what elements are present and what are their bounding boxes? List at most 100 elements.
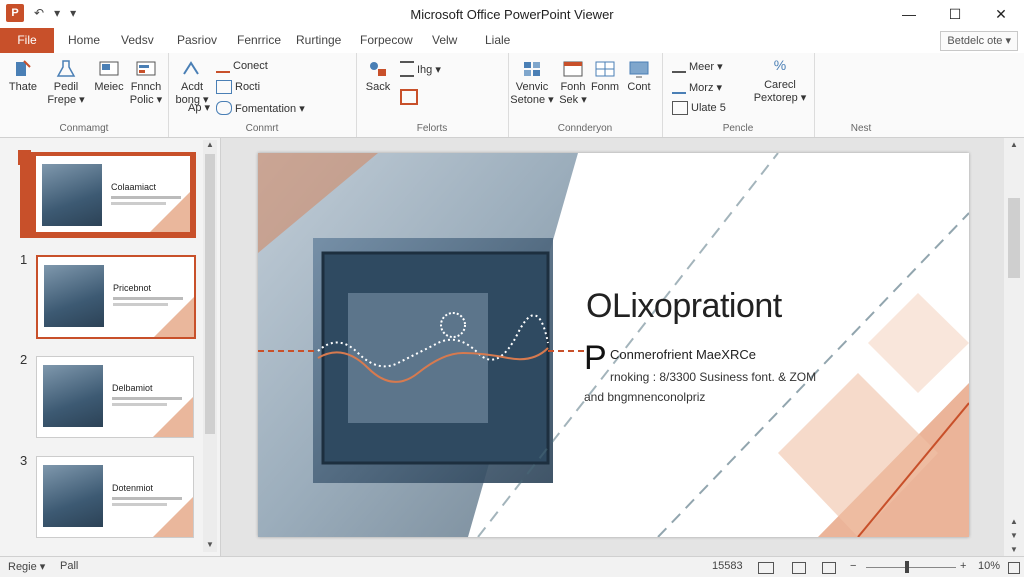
- slide-canvas[interactable]: OLixoprationt P Conmerofrient MaeXRCe rn…: [258, 153, 969, 537]
- window-icon: [563, 61, 583, 77]
- thumbnail-2[interactable]: Pricebnot: [36, 255, 196, 339]
- thumbnail-image: [42, 164, 102, 226]
- ribbon: Thate Pedil Frepe ▾ Meiec Fnnch Polic ▾ …: [0, 53, 1024, 138]
- page-down-icon[interactable]: ▼: [1004, 531, 1024, 540]
- tab-file[interactable]: File: [0, 28, 54, 53]
- tab-velw[interactable]: Velw: [432, 28, 457, 53]
- minimize-button[interactable]: —: [886, 0, 932, 28]
- zoom-slider-knob[interactable]: [905, 561, 909, 573]
- thumbnail-decoration: [153, 397, 193, 437]
- group-label-pencle: Pencle: [722, 123, 754, 134]
- text-box-button[interactable]: [400, 89, 418, 105]
- thumbnail-decoration: [153, 497, 193, 537]
- tab-liale[interactable]: Liale: [485, 28, 510, 53]
- reading-view-icon[interactable]: [822, 562, 836, 574]
- shapes-icon: [370, 62, 386, 76]
- pedil-button[interactable]: Pedil Frepe ▾: [44, 59, 88, 107]
- group-felorts: Sack Ihg ▾ Felorts: [356, 53, 509, 137]
- thumbnail-3[interactable]: Delbamiot: [36, 356, 194, 438]
- percent-icon: %: [773, 57, 787, 73]
- slide-big-letter: P: [584, 339, 607, 377]
- group-conmrt: Acdt bong ▾ Conect Rocti Fomentation ▾ A…: [168, 53, 357, 137]
- cont-button[interactable]: Cont: [622, 59, 656, 94]
- window-controls: — ☐ ✕: [886, 0, 1024, 28]
- thumbnail-title: Dotenmiot: [112, 483, 154, 493]
- slide-text-line-1[interactable]: Conmerofrient MaeXRCe: [610, 347, 756, 362]
- status-bar: Regie ▾ Pall 15583 − + 10%: [0, 556, 1024, 577]
- align-icon: [400, 61, 414, 77]
- maximize-button[interactable]: ☐: [932, 0, 978, 28]
- zoom-out-icon[interactable]: −: [850, 560, 856, 572]
- rotate-icon: [216, 80, 232, 94]
- pen-icon: [672, 59, 686, 73]
- marker-icon: [672, 80, 686, 94]
- ap-button[interactable]: Ap ▾: [188, 101, 210, 114]
- fnnch-button[interactable]: Fnnch Polic ▾: [128, 59, 164, 107]
- thumbnail-image: [44, 265, 104, 327]
- zoom-in-icon[interactable]: +: [960, 560, 966, 572]
- arrange-icon: [183, 61, 199, 75]
- thate-button[interactable]: Thate: [6, 59, 40, 94]
- normal-view-icon[interactable]: [758, 562, 774, 574]
- tab-fenrrice[interactable]: Fenrrice: [237, 28, 281, 53]
- thumbnail-1[interactable]: Colaamiact: [20, 152, 196, 238]
- fonh-button[interactable]: Fonh Sek ▾: [556, 59, 590, 107]
- ulate-button[interactable]: Ulate 5: [672, 101, 726, 115]
- thumbnail-title: Colaamiact: [111, 182, 157, 192]
- page-up-icon[interactable]: ▲: [1004, 517, 1024, 526]
- window-title: Microsoft Office PowerPoint Viewer: [410, 7, 614, 22]
- grid-icon: [524, 62, 540, 76]
- thumbnail-scrollbar[interactable]: ▲ ▼: [203, 140, 217, 552]
- scrollbar-thumb[interactable]: [1008, 198, 1020, 278]
- thumbnail-decoration: [154, 297, 194, 337]
- slide-icon: [99, 61, 119, 76]
- scrollbar-thumb[interactable]: [205, 154, 215, 434]
- tab-vedsv[interactable]: Vedsv: [121, 28, 154, 53]
- group-nest: Nest: [814, 53, 908, 137]
- fomentation-button[interactable]: Fomentation ▾: [216, 101, 305, 115]
- thumbnail-title: Pricebnot: [113, 283, 152, 293]
- acdt-button[interactable]: Acdt bong ▾: [174, 59, 210, 107]
- canvas-scrollbar[interactable]: ▲ ▲ ▼ ▼: [1004, 138, 1024, 556]
- tab-rurtinge[interactable]: Rurtinge: [296, 28, 341, 53]
- tab-forpecow[interactable]: Forpecow: [360, 28, 413, 53]
- slide-thumbnail-pane: 1 Colaamiact 1 Pricebnot 2 Delbamiot 3 D…: [0, 138, 221, 556]
- status-language[interactable]: Pall: [60, 560, 78, 572]
- slide-text-line-2[interactable]: rnoking : 8/3300 Susiness font. & ZOM: [610, 370, 816, 384]
- textbox-icon: [400, 89, 418, 105]
- scroll-up-icon[interactable]: ▲: [203, 140, 217, 152]
- close-button[interactable]: ✕: [978, 0, 1024, 28]
- zoom-slider[interactable]: [866, 567, 956, 568]
- scroll-down-icon[interactable]: ▼: [203, 540, 217, 552]
- status-slide-menu[interactable]: Regie ▾: [8, 560, 45, 573]
- meer-button[interactable]: Meer ▾: [672, 59, 723, 73]
- align-button[interactable]: Ihg ▾: [400, 61, 441, 77]
- sack-button[interactable]: Sack: [362, 59, 394, 94]
- caresl-button[interactable]: % Carecl Pextorep ▾: [750, 57, 810, 105]
- thumbnail-4[interactable]: Dotenmiot: [36, 456, 194, 538]
- slide-title[interactable]: OLixoprationt: [586, 287, 782, 326]
- tab-pasriov[interactable]: Pasriov: [177, 28, 217, 53]
- fit-slide-icon[interactable]: [1008, 562, 1020, 574]
- comment-icon: [216, 101, 232, 115]
- conect-button[interactable]: Conect: [216, 59, 268, 73]
- venoc-button[interactable]: Venvic Setone ▾: [510, 59, 554, 107]
- slide-sorter-icon[interactable]: [792, 562, 806, 574]
- group-label-felorts: Felorts: [416, 123, 448, 134]
- rocti-button[interactable]: Rocti: [216, 80, 260, 94]
- fonm-button[interactable]: Fonm: [590, 59, 620, 94]
- thumbnail-decoration: [150, 192, 190, 232]
- scroll-up-icon[interactable]: ▲: [1004, 140, 1024, 149]
- group-label-nest: Nest: [850, 123, 872, 134]
- status-count: 15583: [712, 560, 743, 572]
- tab-home[interactable]: Home: [68, 28, 100, 53]
- slide-text-line-3[interactable]: and bngmnenconolpriz: [584, 390, 705, 404]
- flask-icon: [56, 60, 76, 77]
- meiec-button[interactable]: Meiec: [92, 59, 126, 94]
- thumbnail-title: Delbamiot: [112, 383, 153, 393]
- zoom-level[interactable]: 10%: [978, 560, 1000, 572]
- account-dropdown[interactable]: Betdelc ote ▾: [940, 31, 1018, 51]
- morz-button[interactable]: Morz ▾: [672, 80, 722, 94]
- title-bar: P ↶ ▾ ▾ Microsoft Office PowerPoint View…: [0, 0, 1024, 28]
- scroll-down-icon[interactable]: ▼: [1004, 545, 1024, 554]
